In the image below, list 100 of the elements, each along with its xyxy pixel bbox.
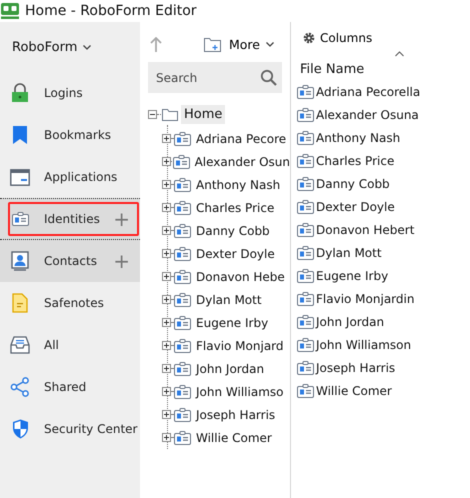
id-card-icon xyxy=(297,200,314,214)
id-card-icon xyxy=(297,154,314,168)
new-folder-icon[interactable] xyxy=(204,36,221,52)
column-header[interactable]: File Name xyxy=(297,59,470,79)
account-menu[interactable]: RoboForm xyxy=(12,40,78,54)
expander-icon[interactable] xyxy=(162,364,171,373)
sidebar-item[interactable]: Contacts + xyxy=(0,240,140,282)
expander-icon[interactable] xyxy=(162,295,171,304)
id-card-icon xyxy=(174,178,191,192)
chevron-down-icon[interactable] xyxy=(83,44,92,50)
file-name[interactable]: Charles Price xyxy=(316,154,394,168)
shield-icon xyxy=(12,419,28,439)
id-card-icon xyxy=(297,222,314,236)
expander-icon[interactable] xyxy=(162,203,171,212)
file-name[interactable]: Danny Cobb xyxy=(316,176,390,190)
expander-icon[interactable] xyxy=(162,410,171,419)
expander-icon[interactable] xyxy=(162,433,171,442)
sidebar-label: Safenotes xyxy=(44,296,104,310)
folder-icon xyxy=(162,108,178,120)
id-card-icon xyxy=(174,338,191,352)
id-card-icon xyxy=(172,154,190,168)
file-name[interactable]: Flavio Monjardin xyxy=(316,292,414,306)
expander-icon[interactable] xyxy=(162,249,171,258)
inbox-icon xyxy=(10,336,30,354)
id-card-icon xyxy=(174,132,191,146)
file-name[interactable]: Willie Comer xyxy=(316,384,392,398)
sidebar-label: Security Center xyxy=(44,422,138,436)
sort-ascending-icon[interactable] xyxy=(395,49,404,59)
expander-icon[interactable] xyxy=(162,272,171,281)
id-card-icon xyxy=(297,84,314,98)
sidebar-label: Bookmarks xyxy=(44,128,112,142)
id-card-icon xyxy=(174,316,191,330)
file-name[interactable]: Adriana Pecorella xyxy=(316,84,420,98)
id-card-icon xyxy=(174,224,191,238)
file-name[interactable]: Dexter Doyle xyxy=(316,200,395,214)
share-icon xyxy=(10,377,30,397)
id-card-icon xyxy=(174,292,191,306)
columns-button[interactable]: Columns xyxy=(303,27,470,49)
expander-icon[interactable] xyxy=(162,157,171,166)
file-name[interactable]: Alexander Osuna xyxy=(316,108,419,122)
contact-card-icon xyxy=(11,251,29,271)
file-name[interactable]: Joseph Harris xyxy=(316,360,396,374)
search-icon[interactable] xyxy=(260,69,277,86)
sidebar-label: All xyxy=(44,338,59,352)
tree-item[interactable]: John Williamso xyxy=(196,384,284,398)
tree-item[interactable]: Flavio Monjard xyxy=(196,338,284,352)
sidebar-item[interactable]: Shared xyxy=(0,366,140,408)
sidebar-label: Logins xyxy=(44,86,83,100)
sidebar-item[interactable]: Identities + xyxy=(0,198,140,240)
sidebar-item[interactable]: Logins xyxy=(0,72,140,114)
tree-item[interactable]: Home xyxy=(181,104,226,124)
file-name[interactable]: John Williamson xyxy=(316,338,412,352)
expander-icon[interactable] xyxy=(162,318,171,327)
tree-item[interactable]: John Jordan xyxy=(196,362,264,376)
sidebar-item[interactable]: All xyxy=(0,324,140,366)
note-icon xyxy=(12,293,28,313)
file-name[interactable]: Eugene Irby xyxy=(316,268,388,282)
id-card-icon xyxy=(297,108,314,122)
file-name[interactable]: John Jordan xyxy=(316,314,384,328)
sidebar-label: Applications xyxy=(44,170,118,184)
window-title: Home - RoboForm Editor xyxy=(25,3,197,19)
tree-item[interactable]: Joseph Harris xyxy=(196,408,276,422)
tree-item[interactable]: Anthony Nash xyxy=(196,178,280,192)
sidebar-item[interactable]: Safenotes xyxy=(0,282,140,324)
tree-item[interactable]: Charles Price xyxy=(196,200,274,214)
tree-item[interactable]: Danny Cobb xyxy=(196,224,270,238)
id-card-icon xyxy=(174,384,191,398)
tree-item[interactable]: Willie Comer xyxy=(196,430,272,444)
id-card-icon xyxy=(174,270,191,284)
tree-item[interactable]: Dexter Doyle xyxy=(196,246,275,260)
file-name[interactable]: Dylan Mott xyxy=(316,246,382,260)
expander-icon[interactable] xyxy=(162,341,171,350)
id-card-icon xyxy=(174,408,191,422)
sidebar-item[interactable]: Applications xyxy=(0,156,140,198)
expander-icon[interactable] xyxy=(162,134,171,143)
id-card-icon xyxy=(174,246,191,260)
lock-icon xyxy=(11,83,29,103)
id-card-icon xyxy=(174,200,191,214)
tree-item[interactable]: Adriana Pecore xyxy=(196,132,286,146)
tree-item[interactable]: Donavon Hebe xyxy=(196,270,285,284)
sidebar-item[interactable]: Bookmarks xyxy=(0,114,140,156)
id-card-icon xyxy=(297,130,314,144)
tree-item[interactable]: Dylan Mott xyxy=(196,292,262,306)
bookmark-icon xyxy=(13,126,27,144)
expander-icon[interactable] xyxy=(162,387,171,396)
expander-icon[interactable] xyxy=(162,180,171,189)
search-field[interactable]: Search xyxy=(148,62,282,93)
tree-item[interactable]: Eugene Irby xyxy=(196,316,268,330)
id-card-icon xyxy=(297,314,314,328)
collapse-icon[interactable] xyxy=(148,110,157,118)
id-card-icon xyxy=(297,246,314,260)
more-menu-button[interactable]: More xyxy=(229,36,274,52)
expander-icon[interactable] xyxy=(162,226,171,235)
file-name[interactable]: Donavon Hebert xyxy=(316,222,414,236)
tree-item[interactable]: Alexander Osun xyxy=(194,154,290,168)
id-card-icon xyxy=(12,212,28,226)
file-name[interactable]: Anthony Nash xyxy=(316,130,400,144)
window-icon xyxy=(10,168,30,186)
sidebar-label: Shared xyxy=(44,380,86,394)
sidebar-item[interactable]: Security Center xyxy=(0,408,140,450)
